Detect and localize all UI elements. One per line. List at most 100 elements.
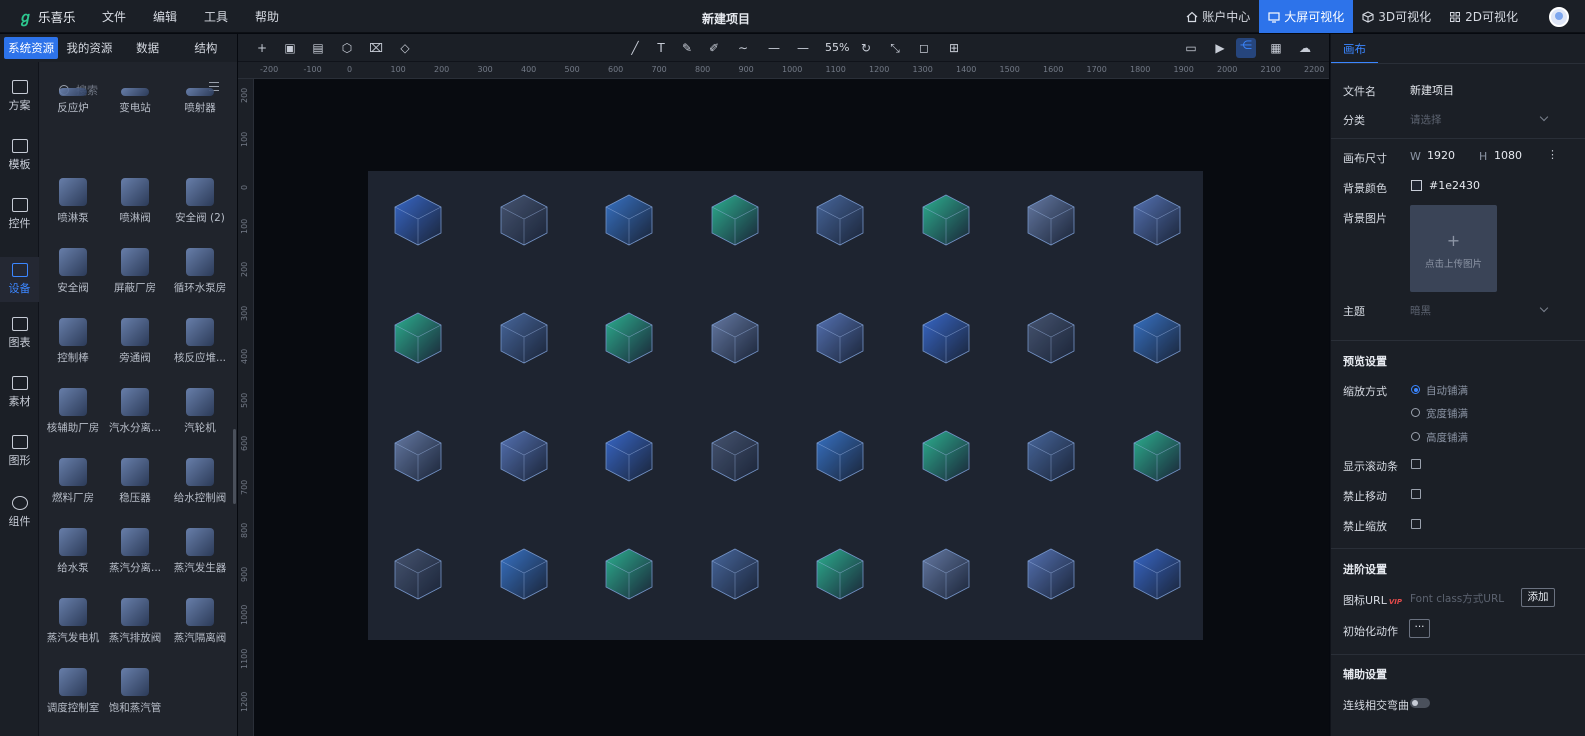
library-item[interactable]: 安全阀 (2) (168, 178, 232, 225)
line-cross-toggle[interactable] (1410, 698, 1430, 708)
library-item[interactable]: 给水控制阀 (168, 458, 232, 505)
menu-help[interactable]: 帮助 (255, 8, 279, 25)
library-item[interactable]: 核辅助厂房 (41, 388, 105, 435)
device-node[interactable] (700, 421, 770, 491)
bigscreen-vis-button[interactable]: 大屏可视化 (1259, 0, 1354, 33)
menu-tools[interactable]: 工具 (204, 8, 228, 25)
device-node[interactable] (805, 539, 875, 609)
rail-item-device[interactable]: 设备 (0, 257, 39, 302)
3d-vis-button[interactable]: 3D可视化 (1353, 0, 1440, 33)
library-item[interactable]: 安全阀 (41, 248, 105, 295)
menu-edit[interactable]: 编辑 (153, 8, 177, 25)
tab-my-resources[interactable]: 我的资源 (62, 37, 116, 59)
show-scrollbar-checkbox[interactable] (1411, 459, 1421, 469)
cloud-icon[interactable]: ☁ (1298, 41, 1312, 55)
library-item[interactable]: 蒸汽发生器 (168, 528, 232, 575)
zoom-level[interactable]: 55% (825, 41, 849, 54)
device-node[interactable] (489, 421, 559, 491)
library-item[interactable]: 喷淋阀 (103, 178, 167, 225)
rail-item-widget[interactable]: 控件 (0, 198, 39, 231)
library-item[interactable]: 核反应堆... (168, 318, 232, 365)
rail-item-scheme[interactable]: 方案 (0, 80, 39, 113)
library-item[interactable]: 蒸汽分离... (103, 528, 167, 575)
library-item[interactable]: 燃料厂房 (41, 458, 105, 505)
more-vertical-icon[interactable]: ⋮ (1547, 148, 1558, 161)
device-node[interactable] (383, 539, 453, 609)
device-node[interactable] (911, 539, 981, 609)
library-item[interactable]: 汽水分离... (103, 388, 167, 435)
save-as-icon[interactable]: ▤ (311, 41, 325, 55)
library-item[interactable]: 反应炉 (41, 88, 105, 115)
rail-item-component[interactable]: 组件 (0, 496, 39, 529)
chevron-down-icon[interactable] (1539, 112, 1549, 122)
add-icon[interactable]: + (255, 41, 269, 55)
2d-vis-button[interactable]: 2D可视化 (1440, 0, 1527, 33)
device-node[interactable] (1016, 421, 1086, 491)
canvas-width-input[interactable]: 1920 (1427, 149, 1455, 162)
library-item[interactable]: 喷射器 (168, 88, 232, 115)
package-icon[interactable]: ⬡ (340, 41, 354, 55)
line-width-icon[interactable]: — (796, 41, 810, 55)
device-node[interactable] (383, 421, 453, 491)
rail-item-template[interactable]: 模板 (0, 139, 39, 172)
layout-icon[interactable]: ⊞ (947, 41, 961, 55)
more-button[interactable]: ··· (1409, 619, 1430, 638)
rail-item-chart[interactable]: 图表 (0, 317, 39, 350)
radio-height-fill[interactable] (1411, 432, 1420, 441)
device-node[interactable] (700, 303, 770, 373)
chevron-down-icon[interactable] (1539, 303, 1549, 313)
library-item[interactable]: 蒸汽发电机 (41, 598, 105, 645)
avatar[interactable] (1549, 6, 1569, 27)
device-node[interactable] (1122, 303, 1192, 373)
pen-icon[interactable]: ✐ (707, 41, 721, 55)
no-move-checkbox[interactable] (1411, 489, 1421, 499)
category-select[interactable]: 请选择 (1410, 112, 1442, 127)
device-node[interactable] (700, 539, 770, 609)
device-node[interactable] (805, 185, 875, 255)
device-node[interactable] (594, 539, 664, 609)
device-node[interactable] (594, 421, 664, 491)
device-node[interactable] (489, 303, 559, 373)
save-icon[interactable]: ▣ (283, 41, 297, 55)
play-icon[interactable]: ▶ (1213, 41, 1227, 55)
library-item[interactable]: 屏蔽厂房 (103, 248, 167, 295)
device-node[interactable] (1016, 185, 1086, 255)
text-icon[interactable]: T (654, 41, 668, 55)
radio-auto-fill[interactable] (1411, 385, 1420, 394)
library-item[interactable]: 调度控制室 (41, 668, 105, 715)
library-item[interactable]: 蒸汽隔离阀 (168, 598, 232, 645)
folder-icon[interactable]: ▭ (1184, 41, 1198, 55)
share-icon[interactable]: ⋲ (1236, 38, 1256, 58)
radio-width-fill[interactable] (1411, 408, 1420, 417)
crop-icon[interactable]: ◻ (917, 41, 931, 55)
bg-color-value[interactable]: #1e2430 (1429, 179, 1480, 192)
device-node[interactable] (911, 303, 981, 373)
library-item[interactable]: 给水泵 (41, 528, 105, 575)
menu-file[interactable]: 文件 (102, 8, 126, 25)
library-item[interactable]: 变电站 (103, 88, 167, 115)
tab-canvas[interactable]: 画布 (1331, 34, 1378, 64)
line-icon[interactable]: ╱ (628, 41, 642, 55)
tab-system-resources[interactable]: 系统资源 (4, 37, 59, 59)
library-item[interactable]: 旁通阀 (103, 318, 167, 365)
bg-color-swatch[interactable] (1411, 180, 1422, 191)
tab-data[interactable]: 数据 (121, 37, 175, 59)
library-item[interactable]: 喷淋泵 (41, 178, 105, 225)
library-item[interactable]: 循环水泵房 (168, 248, 232, 295)
device-node[interactable] (911, 185, 981, 255)
device-node[interactable] (383, 303, 453, 373)
tab-structure[interactable]: 结构 (179, 37, 233, 59)
library-item[interactable]: 控制棒 (41, 318, 105, 365)
device-node[interactable] (1122, 539, 1192, 609)
library-item[interactable]: 饱和蒸汽管 (103, 668, 167, 715)
library-item[interactable]: 蒸汽排放阀 (103, 598, 167, 645)
device-node[interactable] (383, 185, 453, 255)
device-node[interactable] (594, 185, 664, 255)
qrcode-icon[interactable]: ▦ (1269, 41, 1283, 55)
device-node[interactable] (1122, 421, 1192, 491)
account-center-button[interactable]: 账户中心 (1177, 0, 1259, 33)
device-node[interactable] (489, 185, 559, 255)
device-node[interactable] (911, 421, 981, 491)
device-node[interactable] (489, 539, 559, 609)
refresh-icon[interactable]: ↻ (859, 41, 873, 55)
